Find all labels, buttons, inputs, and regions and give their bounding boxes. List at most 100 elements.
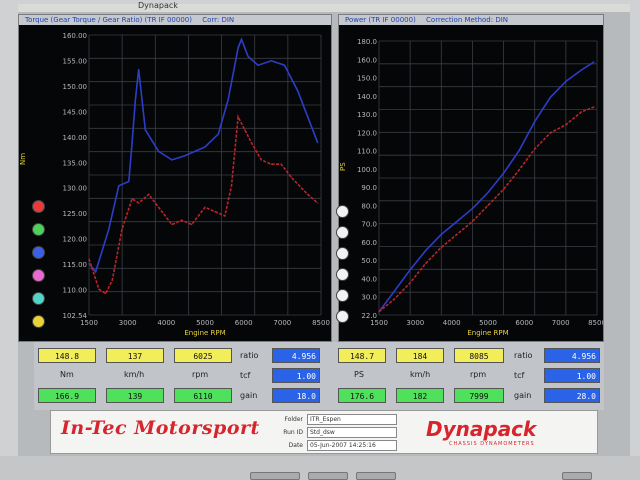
window-title: Dynapack xyxy=(138,1,178,10)
run-toggle[interactable] xyxy=(336,310,349,323)
y-tick-label: 30.0 xyxy=(361,294,377,302)
left-ratio-label: ratio xyxy=(240,351,259,360)
x-tick-label: 4000 xyxy=(157,319,175,327)
data-point xyxy=(138,202,140,204)
run-toggle[interactable] xyxy=(336,268,349,281)
y-tick-label: 90.0 xyxy=(361,184,377,192)
torque-chart-panel: Torque (Gear Torque / Gear Ratio) (TR IF… xyxy=(18,14,332,342)
data-point xyxy=(593,106,595,108)
data-point xyxy=(471,208,474,210)
footer-banner: In-Tec Motorsport Folder ITR_Espen Run I… xyxy=(50,410,598,454)
x-tick-label: 7000 xyxy=(273,319,291,327)
run-color-toggle[interactable] xyxy=(32,292,45,305)
monitor-button[interactable] xyxy=(250,472,300,480)
data-point xyxy=(257,64,259,66)
y-tick-label: 120.00 xyxy=(63,236,88,244)
window-titlebar: Dynapack xyxy=(18,1,630,12)
left-gain-label: gain xyxy=(240,391,258,400)
power-button[interactable] xyxy=(562,472,592,480)
run-toggle[interactable] xyxy=(336,226,349,239)
left-rpm-cursor-value: 6025 xyxy=(174,348,232,363)
left-speed-max-value: 139 xyxy=(106,388,164,403)
x-tick-label: 6000 xyxy=(235,319,253,327)
data-point xyxy=(593,61,595,63)
run-id-field[interactable]: Std_dsw xyxy=(307,427,397,438)
right-gain-label: gain xyxy=(514,391,532,400)
data-point xyxy=(230,185,233,187)
left-ratio-value[interactable]: 4.956 xyxy=(272,348,320,363)
data-point xyxy=(393,290,396,292)
y-tick-label: 140.0 xyxy=(357,93,377,101)
run-color-toggle[interactable] xyxy=(32,200,45,213)
data-point xyxy=(283,64,286,66)
y-axis-label: PS xyxy=(339,162,347,171)
right-power-cursor-value: 148.7 xyxy=(338,348,386,363)
right-speed-cursor-value: 184 xyxy=(396,348,444,363)
data-point xyxy=(290,176,292,178)
data-point xyxy=(247,55,249,58)
monitor-button[interactable] xyxy=(356,472,396,480)
left-gain-value[interactable]: 18.0 xyxy=(272,388,320,403)
left-tcf-value[interactable]: 1.00 xyxy=(272,368,320,383)
data-point xyxy=(171,159,173,161)
run-color-toggle[interactable] xyxy=(32,315,45,328)
y-tick-label: 60.0 xyxy=(361,239,377,247)
data-point xyxy=(440,246,442,248)
data-point xyxy=(270,60,272,62)
data-point xyxy=(409,282,411,284)
dynapack-logo: Dynapack xyxy=(426,417,537,441)
right-unit-kmh: km/h xyxy=(410,370,431,379)
data-point xyxy=(250,142,252,144)
power-header-corr: Correction Method: DIN xyxy=(426,16,509,24)
data-point xyxy=(393,298,396,300)
data-point xyxy=(471,220,474,223)
run-color-toggle[interactable] xyxy=(32,269,45,282)
data-point xyxy=(534,120,536,123)
right-power-max-value: 176.6 xyxy=(338,388,386,403)
y-tick-label: 155.00 xyxy=(63,57,88,65)
right-gain-value[interactable]: 28.0 xyxy=(544,388,600,403)
data-point xyxy=(518,150,520,152)
y-tick-label: 160.0 xyxy=(357,56,377,64)
x-tick-label: 8500 xyxy=(312,319,330,327)
y-tick-label: 140.00 xyxy=(63,134,88,142)
run-color-toggle[interactable] xyxy=(32,246,45,259)
y-tick-label: 125.00 xyxy=(63,210,88,218)
right-tcf-value[interactable]: 1.00 xyxy=(544,368,600,383)
right-ratio-value[interactable]: 4.956 xyxy=(544,348,600,363)
y-tick-label: 180.0 xyxy=(357,38,377,46)
monitor-button[interactable] xyxy=(308,472,348,480)
run-id-label: Run ID xyxy=(283,429,303,436)
y-tick-label: 70.0 xyxy=(361,221,377,229)
run-color-toggle[interactable] xyxy=(32,223,45,236)
torque-header-title: Torque (Gear Torque / Gear Ratio) (TR IF… xyxy=(25,16,192,24)
left-torque-max-value: 166.9 xyxy=(38,388,96,403)
y-tick-label: 120.0 xyxy=(357,129,377,137)
left-unit-kmh: km/h xyxy=(124,370,145,379)
data-point xyxy=(134,99,136,101)
left-torque-cursor-value: 148.8 xyxy=(38,348,96,363)
run-toggle[interactable] xyxy=(336,289,349,302)
left-unit-nm: Nm xyxy=(60,370,74,379)
data-point xyxy=(534,148,536,150)
data-point xyxy=(101,249,103,251)
y-tick-label: 80.0 xyxy=(361,202,377,210)
series-line xyxy=(378,61,595,313)
y-tick-label: 160.00 xyxy=(63,32,88,40)
data-point xyxy=(580,111,583,113)
right-rpm-cursor-value: 8085 xyxy=(454,348,504,363)
run-toggle[interactable] xyxy=(336,205,349,218)
y-tick-label: 145.00 xyxy=(63,108,88,116)
data-point xyxy=(121,228,123,230)
data-point xyxy=(502,172,505,174)
data-point xyxy=(214,211,216,213)
data-point xyxy=(88,258,90,260)
run-toggle[interactable] xyxy=(336,247,349,260)
left-speed-cursor-value: 137 xyxy=(106,348,164,363)
y-tick-label: 135.00 xyxy=(63,159,88,167)
folder-field[interactable]: ITR_Espen xyxy=(307,414,397,425)
data-point xyxy=(240,38,243,40)
folder-label: Folder xyxy=(284,416,303,423)
x-tick-label: 1500 xyxy=(370,319,388,327)
data-point xyxy=(317,202,319,204)
